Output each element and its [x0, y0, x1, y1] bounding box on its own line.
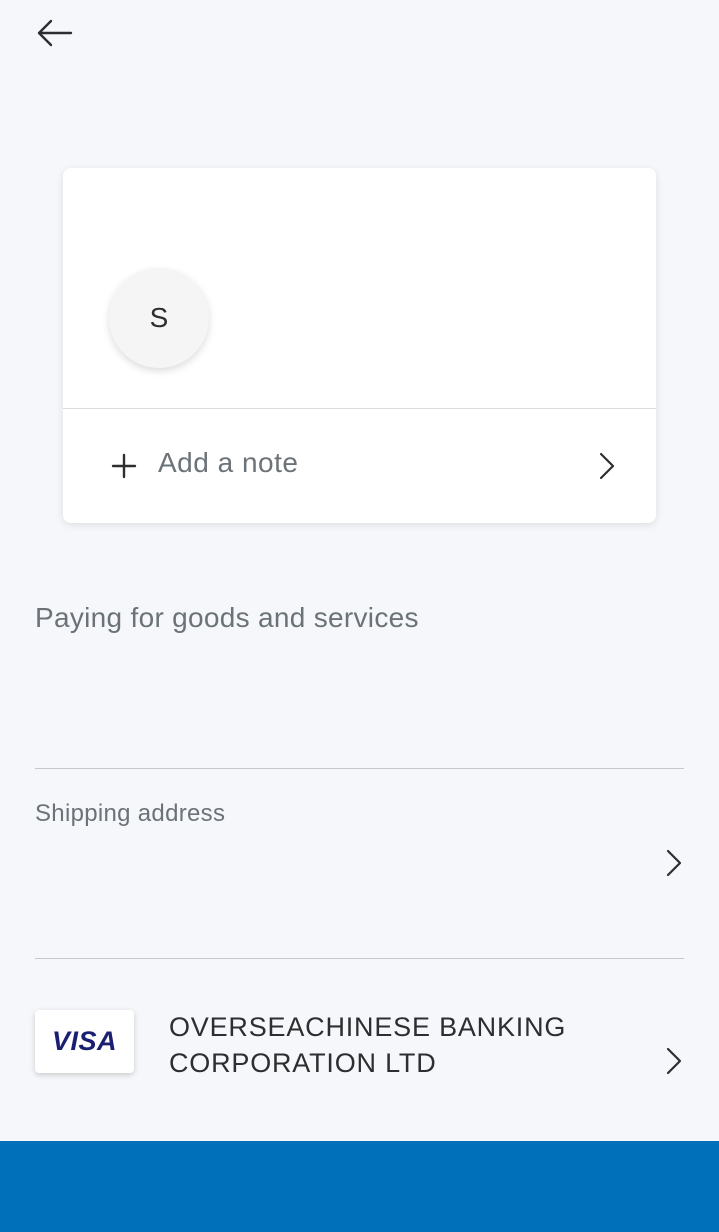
- back-button[interactable]: [28, 12, 80, 54]
- recipient-card: S Add a note: [63, 168, 656, 523]
- plus-icon: [111, 453, 137, 479]
- add-note-label: Add a note: [158, 447, 299, 478]
- bank-name: OVERSEACHINESE BANKING CORPORATION LTD: [169, 1012, 567, 1078]
- chevron-right-icon: [599, 452, 615, 480]
- chevron-right-icon: [666, 1047, 682, 1075]
- send-payment-screen: S Add a note Paying for goods and servic…: [0, 0, 719, 1232]
- add-note-button[interactable]: Add a note: [63, 409, 656, 523]
- visa-brand-text: VISA: [51, 1026, 118, 1056]
- avatar: S: [109, 268, 209, 368]
- payment-purpose-label[interactable]: Paying for goods and services: [35, 602, 419, 634]
- payment-method-row[interactable]: VISA OVERSEACHINESE BANKING CORPORATION …: [0, 959, 719, 1139]
- visa-card-logo: VISA: [35, 1010, 134, 1073]
- primary-action-bar[interactable]: [0, 1141, 719, 1232]
- shipping-address-row[interactable]: Shipping address: [0, 769, 719, 957]
- chevron-right-icon: [666, 849, 682, 877]
- arrow-left-icon: [37, 19, 73, 47]
- shipping-address-label: Shipping address: [35, 800, 226, 827]
